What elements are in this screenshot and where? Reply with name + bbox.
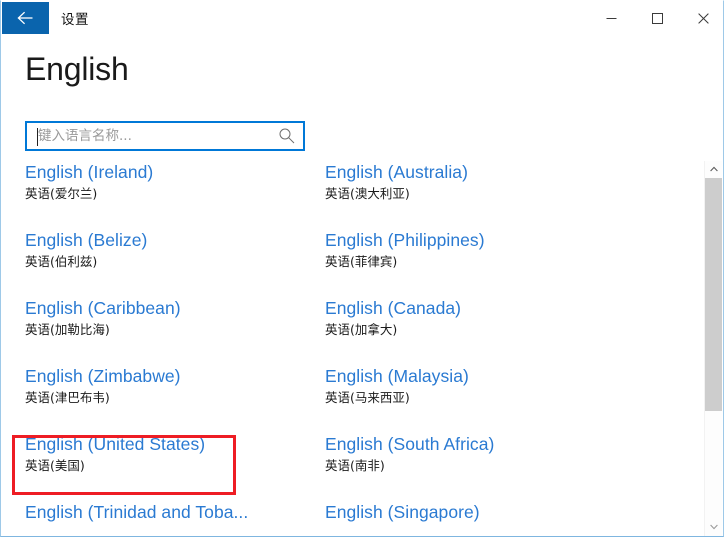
scrollbar-down-button[interactable] [705, 519, 722, 536]
language-name-en[interactable]: English (South Africa) [325, 433, 625, 455]
list-item-selected[interactable]: English (United States) 英语(美国) [25, 433, 325, 501]
language-name-zh: 英语(加拿大) [325, 322, 398, 337]
language-name-en[interactable]: English (United States) [25, 433, 325, 455]
chevron-up-icon [709, 166, 718, 172]
list-item[interactable]: English (Malaysia) 英语(马来西亚) [325, 365, 625, 433]
chevron-down-icon [709, 524, 718, 530]
page-title: English [25, 51, 129, 87]
language-name-en[interactable]: English (Caribbean) [25, 297, 325, 319]
language-name-en[interactable]: English (Trinidad and Toba... [25, 501, 325, 523]
search-icon[interactable] [278, 127, 296, 145]
list-item[interactable]: English (Australia) 英语(澳大利亚) [325, 161, 625, 229]
search-input[interactable] [38, 123, 268, 149]
language-name-zh: 英语(伯利兹) [25, 254, 98, 269]
language-name-zh: 英语(加勒比海) [25, 322, 110, 337]
title-bar: 设置 [1, 1, 723, 35]
language-name-zh: 英语(爱尔兰) [25, 186, 98, 201]
list-item[interactable]: English (Zimbabwe) 英语(津巴布韦) [25, 365, 325, 433]
list-item[interactable]: English (South Africa) 英语(南非) [325, 433, 625, 501]
close-icon [698, 13, 709, 24]
language-name-en[interactable]: English (Zimbabwe) [25, 365, 325, 387]
maximize-button[interactable] [635, 2, 680, 32]
arrow-left-icon [16, 11, 32, 25]
language-name-en[interactable]: English (Canada) [325, 297, 625, 319]
maximize-icon [652, 13, 663, 24]
list-item[interactable]: English (Belize) 英语(伯利兹) [25, 229, 325, 297]
minimize-icon [606, 18, 617, 19]
list-item[interactable]: English (Trinidad and Toba... [25, 501, 325, 536]
language-name-zh: 英语(澳大利亚) [325, 186, 410, 201]
language-name-zh: 英语(南非) [325, 458, 385, 473]
language-name-en[interactable]: English (Philippines) [325, 229, 625, 251]
language-name-zh: 英语(菲律宾) [325, 254, 398, 269]
list-item[interactable]: English (Singapore) [325, 501, 625, 536]
scrollbar-up-button[interactable] [705, 161, 722, 178]
back-button[interactable] [2, 2, 49, 34]
language-list-region: English (Ireland) 英语(爱尔兰) English (Beliz… [1, 161, 723, 536]
language-name-en[interactable]: English (Belize) [25, 229, 325, 251]
language-name-zh: 英语(马来西亚) [325, 390, 410, 405]
language-column-right: English (Australia) 英语(澳大利亚) English (Ph… [325, 161, 625, 536]
language-name-en[interactable]: English (Australia) [325, 161, 625, 183]
settings-window: 设置 English 键入语言名称... English (Ireland) 英… [0, 0, 724, 537]
app-title: 设置 [61, 12, 89, 28]
language-name-en[interactable]: English (Ireland) [25, 161, 325, 183]
language-name-zh: 英语(津巴布韦) [25, 390, 110, 405]
scrollbar-thumb[interactable] [705, 178, 722, 411]
vertical-scrollbar[interactable] [704, 161, 722, 536]
language-column-left: English (Ireland) 英语(爱尔兰) English (Beliz… [25, 161, 325, 536]
language-name-en[interactable]: English (Singapore) [325, 501, 625, 523]
list-item[interactable]: English (Philippines) 英语(菲律宾) [325, 229, 625, 297]
list-item[interactable]: English (Ireland) 英语(爱尔兰) [25, 161, 325, 229]
language-name-zh: 英语(美国) [25, 458, 85, 473]
list-item[interactable]: English (Caribbean) 英语(加勒比海) [25, 297, 325, 365]
search-box[interactable] [25, 121, 305, 151]
language-name-en[interactable]: English (Malaysia) [325, 365, 625, 387]
list-item[interactable]: English (Canada) 英语(加拿大) [325, 297, 625, 365]
close-button[interactable] [681, 2, 723, 32]
minimize-button[interactable] [589, 2, 634, 32]
